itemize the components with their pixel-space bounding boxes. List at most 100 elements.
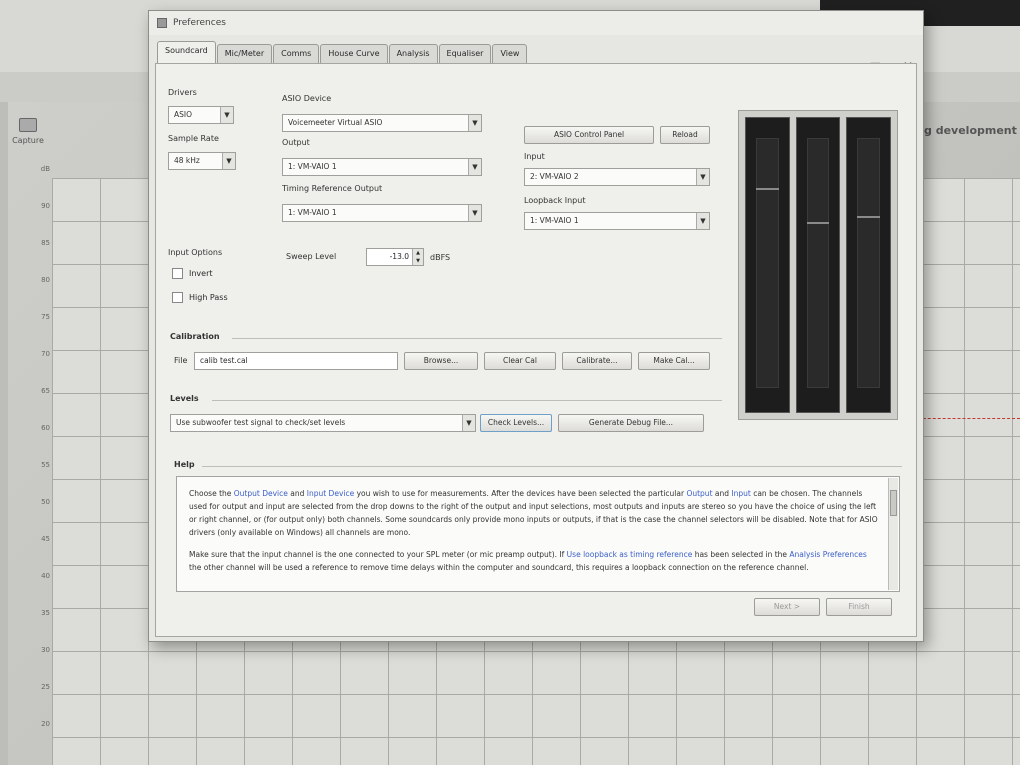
timing-reference-select[interactable]: 1: VM-VAIO 1 ▼ (282, 204, 482, 222)
level-meter (745, 117, 790, 413)
y-tick-label: 35 (41, 609, 50, 617)
tab-view[interactable]: View (492, 44, 528, 63)
meter-track (756, 138, 779, 388)
sweep-level-spinner[interactable]: -13.0 ▲ ▼ (366, 248, 424, 266)
high-pass-label: High Pass (189, 293, 228, 302)
window-title: Preferences (173, 18, 226, 28)
preferences-window: Preferences — □ ✕ Soundcard Mic/Meter Co… (148, 10, 924, 642)
loopback-input-select[interactable]: 1: VM-VAIO 1 ▼ (524, 212, 710, 230)
y-tick-label: dB (40, 165, 50, 173)
capture-button[interactable]: Capture (8, 118, 48, 145)
tab-comms[interactable]: Comms (273, 44, 320, 63)
help-paragraph: Choose the Output Device and Input Devic… (189, 489, 878, 537)
help-scrollbar[interactable] (888, 478, 898, 590)
y-tick-label: 85 (41, 239, 50, 247)
y-tick-label: 75 (41, 313, 50, 321)
reload-button[interactable]: Reload (660, 126, 710, 144)
level-meter (795, 117, 841, 413)
check-levels-button[interactable]: Check Levels... (480, 414, 552, 432)
sample-rate-label: Sample Rate (168, 134, 219, 143)
meter-peak-marker (806, 222, 830, 224)
input-options-label: Input Options (168, 248, 223, 257)
meter-peak-marker (756, 188, 779, 190)
app-icon (157, 18, 167, 28)
help-paragraph: Make sure that the input channel is the … (189, 550, 867, 572)
level-meter (846, 117, 892, 413)
level-meters (738, 110, 898, 420)
help-link-input-device[interactable]: Input Device (307, 489, 354, 498)
file-label: File (174, 356, 188, 365)
tab-equaliser[interactable]: Equaliser (438, 44, 492, 63)
help-link-loopback[interactable]: Use loopback as timing reference (567, 550, 693, 559)
help-link-output[interactable]: Output (686, 489, 712, 498)
y-tick-label: 55 (41, 461, 50, 469)
checkbox-box (172, 268, 183, 279)
sample-rate-select[interactable]: 48 kHz ▼ (168, 152, 236, 170)
meter-track (857, 138, 881, 388)
output-value: 1: VM-VAIO 1 (288, 162, 337, 171)
scrollbar-thumb[interactable] (890, 490, 897, 516)
help-text-area[interactable]: Choose the Output Device and Input Devic… (176, 476, 900, 592)
spinner-arrows-icon[interactable]: ▲ ▼ (412, 249, 423, 265)
sweep-level-value: -13.0 (389, 252, 409, 261)
tab-soundcard[interactable]: Soundcard (157, 41, 216, 63)
finish-button[interactable]: Finish (826, 598, 892, 616)
chevron-down-icon: ▼ (220, 107, 233, 123)
chevron-down-icon: ▼ (222, 153, 235, 169)
loopback-input-label: Loopback Input (524, 196, 586, 205)
generate-debug-file-button[interactable]: Generate Debug File... (558, 414, 704, 432)
chevron-down-icon: ▼ (462, 415, 475, 431)
help-link-input[interactable]: Input (731, 489, 750, 498)
browse-button[interactable]: Browse... (404, 352, 478, 370)
sweep-level-label: Sweep Level (286, 252, 337, 261)
drivers-label: Drivers (168, 88, 197, 97)
y-tick-label: 40 (41, 572, 50, 580)
input-select[interactable]: 2: VM-VAIO 2 ▼ (524, 168, 710, 186)
tab-house-curve[interactable]: House Curve (320, 44, 388, 63)
y-tick-label: 20 (41, 720, 50, 728)
clear-cal-button[interactable]: Clear Cal (484, 352, 556, 370)
levels-signal-value: Use subwoofer test signal to check/set l… (176, 418, 346, 427)
drivers-select[interactable]: ASIO ▼ (168, 106, 234, 124)
output-label: Output (282, 138, 310, 147)
camera-icon (19, 118, 37, 132)
y-tick-label: 45 (41, 535, 50, 543)
output-select[interactable]: 1: VM-VAIO 1 ▼ (282, 158, 482, 176)
input-value: 2: VM-VAIO 2 (530, 172, 579, 181)
divider (212, 400, 722, 401)
meter-peak-marker (857, 216, 881, 218)
tab-bar: Soundcard Mic/Meter Comms House Curve An… (157, 41, 528, 63)
chevron-down-icon: ▼ (696, 213, 709, 229)
next-button[interactable]: Next > (754, 598, 820, 616)
asio-device-label: ASIO Device (282, 94, 332, 103)
calibrate-button[interactable]: Calibrate... (562, 352, 632, 370)
asio-device-select[interactable]: Voicemeeter Virtual ASIO ▼ (282, 114, 482, 132)
tab-mic-meter[interactable]: Mic/Meter (216, 44, 273, 63)
checkbox-box (172, 292, 183, 303)
chevron-down-icon: ▼ (468, 115, 481, 131)
y-tick-label: 25 (41, 683, 50, 691)
high-pass-checkbox[interactable]: High Pass (172, 292, 228, 303)
invert-checkbox[interactable]: Invert (172, 268, 213, 279)
timing-reference-label: Timing Reference Output (282, 184, 383, 193)
help-link-analysis-preferences[interactable]: Analysis Preferences (789, 550, 866, 559)
levels-section-label: Levels (170, 394, 199, 403)
invert-label: Invert (189, 269, 213, 278)
asio-control-panel-button[interactable]: ASIO Control Panel (524, 126, 654, 144)
title-bar[interactable]: Preferences (149, 11, 923, 35)
calibration-file-value: calib test.cal (200, 356, 248, 365)
levels-signal-select[interactable]: Use subwoofer test signal to check/set l… (170, 414, 476, 432)
help-link-output-device[interactable]: Output Device (234, 489, 288, 498)
help-section-label: Help (174, 460, 195, 469)
capture-label: Capture (12, 136, 44, 145)
soundcard-panel: Drivers ASIO ▼ Sample Rate 48 kHz ▼ ASIO… (155, 63, 917, 637)
calibration-file-field[interactable]: calib test.cal (194, 352, 398, 370)
make-cal-button[interactable]: Make Cal... (638, 352, 710, 370)
tab-analysis[interactable]: Analysis (388, 44, 438, 63)
y-tick-label: 70 (41, 350, 50, 358)
y-tick-label: 80 (41, 276, 50, 284)
y-tick-label: 65 (41, 387, 50, 395)
chevron-down-icon: ▼ (468, 159, 481, 175)
sample-rate-value: 48 kHz (174, 156, 200, 165)
sweep-level-unit: dBFS (430, 253, 451, 262)
